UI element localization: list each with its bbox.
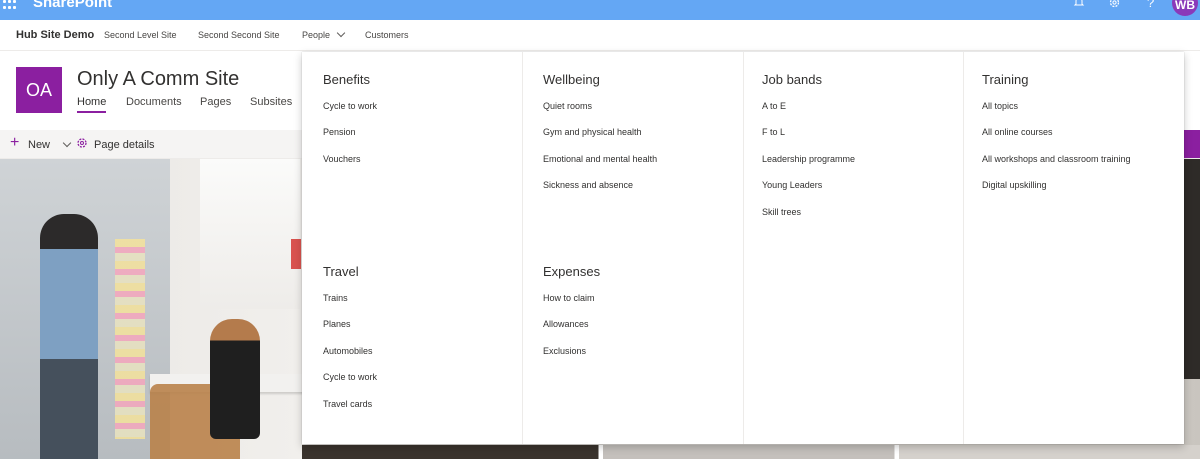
mega-link[interactable]: Travel cards — [323, 398, 377, 424]
waffle-icon[interactable] — [3, 0, 17, 10]
mega-group-travel: Travel Trains Planes Automobiles Cycle t… — [323, 263, 377, 424]
mega-divider — [522, 52, 523, 444]
site-nav-subsites[interactable]: Subsites — [250, 96, 292, 108]
gear-icon[interactable] — [76, 137, 88, 151]
mega-link[interactable]: Skill trees — [762, 206, 855, 232]
hero-red-object — [291, 239, 301, 269]
accent-strip — [1183, 130, 1200, 158]
mega-heading-benefits[interactable]: Benefits — [323, 71, 377, 89]
mega-group-job-bands: Job bands A to E F to L Leadership progr… — [762, 71, 855, 232]
mega-group-training: Training All topics All online courses A… — [982, 71, 1131, 206]
mega-link[interactable]: Allowances — [543, 318, 600, 344]
mega-heading-wellbeing[interactable]: Wellbeing — [543, 71, 657, 89]
mega-link[interactable]: All online courses — [982, 126, 1131, 152]
mega-heading-travel[interactable]: Travel — [323, 263, 377, 281]
mega-link[interactable]: Cycle to work — [323, 371, 377, 397]
chevron-down-icon — [336, 28, 346, 38]
hub-link-customers[interactable]: Customers — [365, 30, 409, 40]
hero-person-standing — [40, 214, 98, 459]
mega-link[interactable]: Leadership programme — [762, 153, 855, 179]
mega-link[interactable]: All topics — [982, 100, 1131, 126]
mega-heading-job-bands[interactable]: Job bands — [762, 71, 855, 89]
suite-bar: SharePoint ? WB — [0, 0, 1200, 20]
mega-link[interactable]: Emotional and mental health — [543, 153, 657, 179]
mega-group-benefits: Benefits Cycle to work Pension Vouchers — [323, 71, 377, 179]
hub-link-people[interactable]: People — [302, 28, 346, 40]
mega-link[interactable]: Automobiles — [323, 345, 377, 371]
site-title[interactable]: Only A Comm Site — [77, 68, 239, 91]
mega-divider — [743, 52, 744, 444]
hero-window — [200, 159, 300, 309]
mega-link[interactable]: Trains — [323, 292, 377, 318]
mega-link[interactable]: Cycle to work — [323, 100, 377, 126]
mega-link[interactable]: Gym and physical health — [543, 126, 657, 152]
page-details-button[interactable]: Page details — [94, 139, 155, 151]
mega-link[interactable]: Pension — [323, 126, 377, 152]
mega-group-wellbeing: Wellbeing Quiet rooms Gym and physical h… — [543, 71, 657, 206]
site-nav-home[interactable]: Home — [77, 96, 107, 113]
bell-icon[interactable] — [1073, 0, 1085, 11]
suite-brand[interactable]: SharePoint — [33, 0, 112, 11]
site-logo[interactable]: OA — [16, 67, 62, 113]
mega-link[interactable]: Vouchers — [323, 153, 377, 179]
mega-link[interactable]: Exclusions — [543, 345, 600, 371]
new-button[interactable]: New — [28, 139, 50, 151]
hub-link-second-level-site[interactable]: Second Level Site — [104, 30, 177, 40]
hero-bottom-images — [302, 445, 1200, 459]
mega-link[interactable]: All workshops and classroom training — [982, 153, 1131, 179]
mega-heading-training[interactable]: Training — [982, 71, 1131, 89]
hub-title[interactable]: Hub Site Demo — [16, 29, 94, 41]
mega-link[interactable]: Quiet rooms — [543, 100, 657, 126]
site-nav-documents[interactable]: Documents — [126, 96, 182, 108]
mega-link[interactable]: Young Leaders — [762, 179, 855, 205]
hub-link-people-label: People — [302, 30, 331, 40]
hub-nav: Hub Site Demo Second Level Site Second S… — [0, 20, 1200, 51]
site-nav-pages[interactable]: Pages — [200, 96, 231, 108]
mega-link[interactable]: Planes — [323, 318, 377, 344]
mega-link[interactable]: Digital upskilling — [982, 179, 1131, 205]
mega-link[interactable]: F to L — [762, 126, 855, 152]
hero-person-seated — [210, 319, 260, 439]
mega-menu: Benefits Cycle to work Pension Vouchers … — [302, 52, 1184, 444]
mega-group-expenses: Expenses How to claim Allowances Exclusi… — [543, 263, 600, 371]
chevron-down-icon[interactable] — [62, 138, 72, 148]
help-icon[interactable]: ? — [1147, 0, 1154, 10]
mega-link[interactable]: How to claim — [543, 292, 600, 318]
mega-link[interactable]: A to E — [762, 100, 855, 126]
hero-dark-panel — [1183, 159, 1200, 379]
mega-divider — [963, 52, 964, 444]
avatar[interactable]: WB — [1172, 0, 1198, 16]
mega-link[interactable]: Sickness and absence — [543, 179, 657, 205]
hero-sticky-notes — [115, 239, 145, 439]
gear-icon[interactable] — [1108, 0, 1121, 12]
mega-heading-expenses[interactable]: Expenses — [543, 263, 600, 281]
hub-link-second-second-site[interactable]: Second Second Site — [198, 30, 280, 40]
plus-icon[interactable]: + — [10, 135, 19, 151]
